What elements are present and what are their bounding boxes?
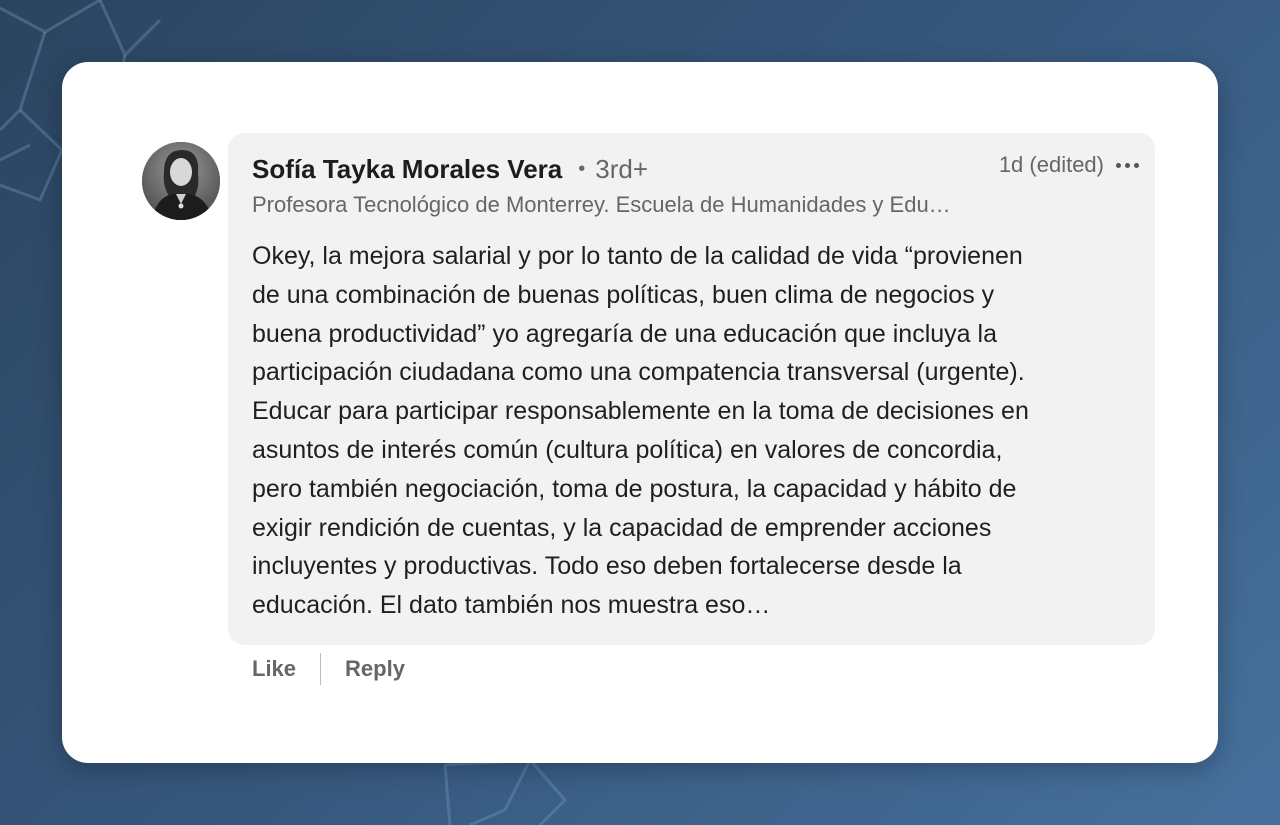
comment-text-line: exigir rendición de cuentas, y la capaci… [252,513,992,542]
comment-text-line: Educar para participar responsablemente … [252,397,1029,426]
action-divider [320,653,322,685]
author-headline: Profesora Tecnológico de Monterrey. Escu… [252,192,951,217]
comment-text-line: de una combinación de buenas políticas, … [252,280,995,309]
profile-photo [142,142,220,220]
avatar[interactable] [142,142,220,220]
connection-degree: 3rd+ [595,154,649,184]
ellipsis-dot [1116,162,1121,168]
like-button[interactable]: Like [252,656,296,682]
comment-timestamp: 1d (edited) [998,152,1104,177]
comment-text-line: Okey, la mejora salarial y por lo tanto … [252,242,1023,270]
comment-text-line: participación ciudadana como una compate… [252,358,1025,387]
ellipsis-icon[interactable] [1116,154,1139,176]
comment-text-line: pero también negociación, toma de postur… [252,474,1017,503]
comment-text-line: buena productividad” yo agregaría de una… [252,319,997,348]
ellipsis-dot [1125,162,1130,168]
degree-separator-dot: • [578,158,586,180]
comment-card: Sofía Tayka Morales Vera • 3rd+ 1d (edited… [62,62,1218,763]
comment-text-line: educación. El dato también nos muestra e… [252,591,771,620]
author-line: Sofía Tayka Morales Vera • 3rd+ [252,154,648,185]
comment-actions: Like Reply [252,652,405,686]
comment-meta: 1d (edited) [999,152,1139,178]
comment-text-line: asuntos de interés común (cultura políti… [252,435,1003,464]
reply-button[interactable]: Reply [345,656,405,682]
comment-text: Okey, la mejora salarial y por lo tanto … [252,237,1142,625]
comment-bubble: Sofía Tayka Morales Vera • 3rd+ 1d (edited… [228,133,1155,645]
comment-text-line: incluyentes y productivas. Todo eso debe… [252,552,962,581]
ellipsis-dot [1134,162,1139,168]
author-name[interactable]: Sofía Tayka Morales Vera [252,154,562,184]
